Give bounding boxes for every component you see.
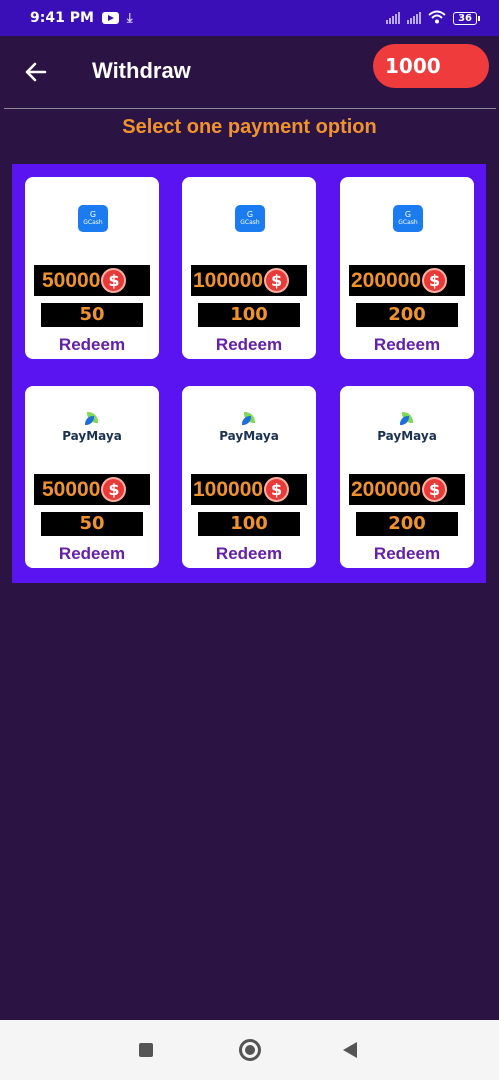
payout-amount: 100 <box>198 512 300 536</box>
redeem-button[interactable]: Redeem <box>340 335 474 355</box>
page-title: Withdraw <box>92 58 191 83</box>
balance-badge: 1000 <box>373 44 489 88</box>
gcash-logo: G GCash <box>235 205 265 232</box>
gcash-logo: G GCash <box>78 205 108 232</box>
payment-card-gcash-200000[interactable]: G GCash 200000 $ 200 Redeem <box>340 177 474 359</box>
payout-amount: 200 <box>356 512 458 536</box>
coins-value: 200000 <box>351 268 422 292</box>
back-triangle-icon[interactable] <box>343 1042 357 1058</box>
payout-amount: 200 <box>356 303 458 327</box>
payment-options-grid: G GCash 50000 $ 50 Redeem G GCash 100000 $… <box>12 164 486 583</box>
paymaya-logo: PayMaya <box>182 412 316 443</box>
redeem-button[interactable]: Redeem <box>182 544 316 564</box>
youtube-icon <box>101 12 119 24</box>
dollar-coin-icon: $ <box>264 477 290 502</box>
signal-icon-2 <box>407 12 422 24</box>
payout-amount: 50 <box>41 512 143 536</box>
coins-value: 100000 <box>193 477 264 501</box>
redeem-button[interactable]: Redeem <box>25 335 159 355</box>
status-bar: 9:41 PM ⤓ 36 <box>0 0 499 36</box>
paymaya-leaf-icon <box>400 412 414 426</box>
payment-card-paymaya-200000[interactable]: PayMaya 200000 $ 200 Redeem <box>340 386 474 568</box>
redeem-button[interactable]: Redeem <box>25 544 159 564</box>
status-left: 9:41 PM ⤓ <box>30 10 133 26</box>
status-time: 9:41 PM <box>30 10 94 26</box>
paymaya-leaf-icon <box>85 412 99 426</box>
paymaya-logo: PayMaya <box>25 412 159 443</box>
coins-value: 50000 <box>42 477 101 501</box>
download-icon: ⤓ <box>126 10 133 26</box>
coins-cost: 50000 $ <box>34 474 150 505</box>
dollar-coin-icon: $ <box>264 268 290 293</box>
battery-icon: 36 <box>453 11 480 25</box>
coins-value: 100000 <box>193 268 264 292</box>
payment-card-gcash-100000[interactable]: G GCash 100000 $ 100 Redeem <box>182 177 316 359</box>
coins-cost: 200000 $ <box>349 474 465 505</box>
dollar-coin-icon: $ <box>422 268 448 293</box>
home-circle-icon[interactable] <box>239 1039 261 1061</box>
coins-cost: 100000 $ <box>191 474 307 505</box>
coins-value: 50000 <box>42 268 101 292</box>
coins-cost: 200000 $ <box>349 265 465 296</box>
paymaya-leaf-icon <box>242 412 256 426</box>
header-divider <box>4 108 496 109</box>
payment-card-paymaya-50000[interactable]: PayMaya 50000 $ 50 Redeem <box>25 386 159 568</box>
payout-amount: 50 <box>41 303 143 327</box>
dollar-coin-icon: $ <box>422 477 448 502</box>
system-nav-bar <box>0 1020 499 1080</box>
signal-icon <box>386 12 401 24</box>
dollar-coin-icon: $ <box>101 268 127 293</box>
paymaya-logo: PayMaya <box>340 412 474 443</box>
section-subtitle: Select one payment option <box>122 116 377 138</box>
coins-cost: 100000 $ <box>191 265 307 296</box>
arrow-left-icon <box>25 62 47 82</box>
wifi-icon <box>428 10 446 27</box>
gcash-logo: G GCash <box>393 205 423 232</box>
app-header: Withdraw 1000 <box>0 36 499 108</box>
redeem-button[interactable]: Redeem <box>340 544 474 564</box>
payment-card-gcash-50000[interactable]: G GCash 50000 $ 50 Redeem <box>25 177 159 359</box>
redeem-button[interactable]: Redeem <box>182 335 316 355</box>
back-button[interactable] <box>20 56 52 88</box>
dollar-coin-icon: $ <box>101 477 127 502</box>
payment-card-paymaya-100000[interactable]: PayMaya 100000 $ 100 Redeem <box>182 386 316 568</box>
payout-amount: 100 <box>198 303 300 327</box>
recents-square-icon[interactable] <box>139 1043 153 1057</box>
status-right: 36 <box>386 10 480 27</box>
coins-cost: 50000 $ <box>34 265 150 296</box>
coins-value: 200000 <box>351 477 422 501</box>
